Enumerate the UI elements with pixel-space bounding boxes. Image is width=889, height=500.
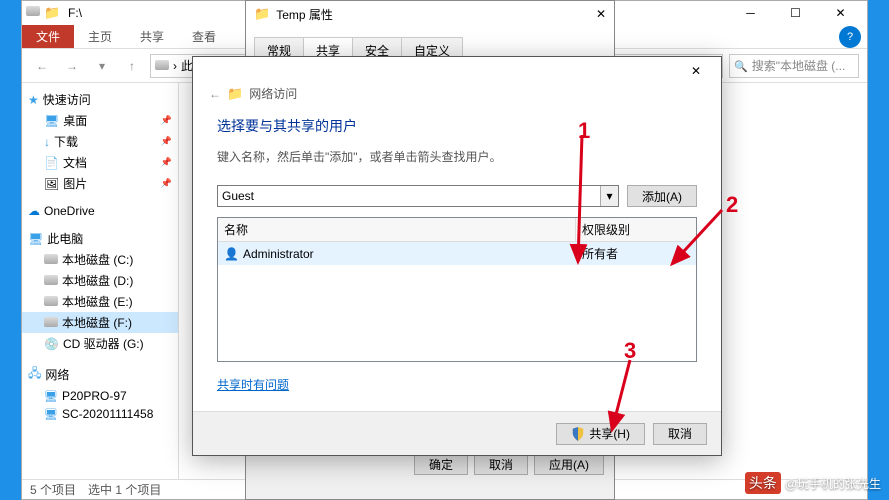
add-button[interactable]: 添加(A) [627, 185, 697, 207]
download-icon [44, 135, 50, 149]
folder-icon [44, 5, 60, 21]
annotation-2: 2 [726, 192, 738, 218]
sidebar-drive-g[interactable]: CD 驱动器 (G:) [22, 333, 178, 354]
sidebar-network[interactable]: 网络 [22, 362, 178, 387]
watermark: 头条 @玩手机的张先生 [745, 472, 881, 494]
sidebar-network-item[interactable]: SC-20201111458 [22, 405, 178, 423]
network-icon [28, 364, 41, 385]
list-row[interactable]: 👤Administrator 所有者 [218, 242, 696, 265]
nav-back[interactable]: ← [30, 54, 54, 78]
disk-icon [44, 316, 58, 330]
chevron-down-icon[interactable]: ▾ [600, 186, 618, 206]
share-cancel-button[interactable]: 取消 [653, 423, 707, 445]
prop-apply-button[interactable]: 应用(A) [534, 453, 604, 475]
sidebar-drive-c[interactable]: 本地磁盘 (C:) [22, 249, 178, 270]
close-icon[interactable]: ✕ [596, 7, 606, 21]
pc-icon [28, 232, 43, 246]
share-button[interactable]: 共享(H) [556, 423, 645, 445]
disk-icon [44, 274, 58, 288]
sidebar-item-desktop[interactable]: 桌面📌 [22, 110, 178, 131]
prop-ok-button[interactable]: 确定 [414, 453, 468, 475]
drive-icon [26, 5, 42, 21]
close-button[interactable]: ✕ [818, 1, 863, 25]
netpc-icon [44, 389, 58, 403]
sidebar-item-downloads[interactable]: 下载📌 [22, 131, 178, 152]
sidebar-drive-f[interactable]: 本地磁盘 (F:) [22, 312, 178, 333]
annotation-3: 3 [624, 338, 636, 364]
drive-icon [155, 59, 169, 73]
disk-icon [44, 295, 58, 309]
sidebar-onedrive[interactable]: OneDrive [22, 202, 178, 220]
sidebar-network-item[interactable]: P20PRO-97 [22, 387, 178, 405]
disk-icon [44, 253, 58, 267]
properties-title: Temp 属性 [276, 6, 333, 23]
help-icon[interactable]: ? [839, 26, 861, 48]
prop-cancel-button[interactable]: 取消 [474, 453, 528, 475]
pin-icon: 📌 [161, 178, 172, 189]
share-head: 网络访问 [249, 85, 297, 102]
share-close-button[interactable]: ✕ [677, 60, 715, 82]
nav-up[interactable]: ↑ [120, 54, 144, 78]
nav-recent[interactable]: ▾ [90, 54, 114, 78]
ribbon-file-tab[interactable]: 文件 [22, 25, 74, 48]
col-name[interactable]: 名称 [218, 218, 576, 241]
ribbon-tab-home[interactable]: 主页 [74, 25, 126, 48]
pin-icon: 📌 [161, 157, 172, 168]
sidebar-thispc[interactable]: 此电脑 [22, 228, 178, 249]
search-icon [734, 59, 748, 73]
sidebar: 快速访问 桌面📌 下载📌 文档📌 图片📌 OneDrive 此电脑 本地磁盘 (… [22, 83, 179, 479]
user-combobox[interactable]: Guest ▾ [217, 185, 619, 207]
desktop-icon [44, 114, 59, 128]
ribbon-tab-share[interactable]: 共享 [126, 25, 178, 48]
combo-value: Guest [222, 189, 254, 203]
share-hint: 键入名称，然后单击"添加"，或者单击箭头查找用户。 [217, 148, 697, 165]
sidebar-drive-d[interactable]: 本地磁盘 (D:) [22, 270, 178, 291]
pin-icon: 📌 [161, 115, 172, 126]
shield-icon [571, 427, 585, 441]
cloud-icon [28, 204, 40, 218]
user-icon: 👤 [224, 247, 239, 261]
properties-titlebar: Temp 属性 ✕ [246, 1, 614, 27]
cd-icon [44, 337, 59, 351]
ribbon-tab-view[interactable]: 查看 [178, 25, 230, 48]
nav-forward[interactable]: → [60, 54, 84, 78]
share-icon [227, 86, 243, 102]
folder-icon [254, 6, 270, 22]
watermark-badge: 头条 [745, 472, 781, 494]
share-help-link[interactable]: 共享时有问题 [217, 376, 289, 393]
maximize-button[interactable]: ☐ [773, 1, 818, 25]
picture-icon [44, 177, 59, 191]
share-heading: 选择要与其共享的用户 [217, 116, 697, 136]
status-count: 5 个项目 [30, 481, 76, 498]
annotation-1: 1 [578, 118, 590, 144]
minimize-button[interactable]: ─ [728, 1, 773, 25]
status-selected: 选中 1 个项目 [88, 481, 161, 498]
star-icon [28, 93, 39, 107]
share-dialog: ✕ ← 网络访问 选择要与其共享的用户 键入名称，然后单击"添加"，或者单击箭头… [192, 56, 722, 456]
sidebar-item-documents[interactable]: 文档📌 [22, 152, 178, 173]
watermark-text: @玩手机的张先生 [785, 475, 881, 492]
document-icon [44, 156, 59, 170]
sidebar-quick-access[interactable]: 快速访问 [22, 89, 178, 110]
sidebar-drive-e[interactable]: 本地磁盘 (E:) [22, 291, 178, 312]
col-perm[interactable]: 权限级别 [576, 218, 696, 241]
netpc-icon [44, 407, 58, 421]
pin-icon: 📌 [161, 136, 172, 147]
sidebar-item-pictures[interactable]: 图片📌 [22, 173, 178, 194]
search-input[interactable]: 搜索"本地磁盘 (... [729, 54, 859, 78]
